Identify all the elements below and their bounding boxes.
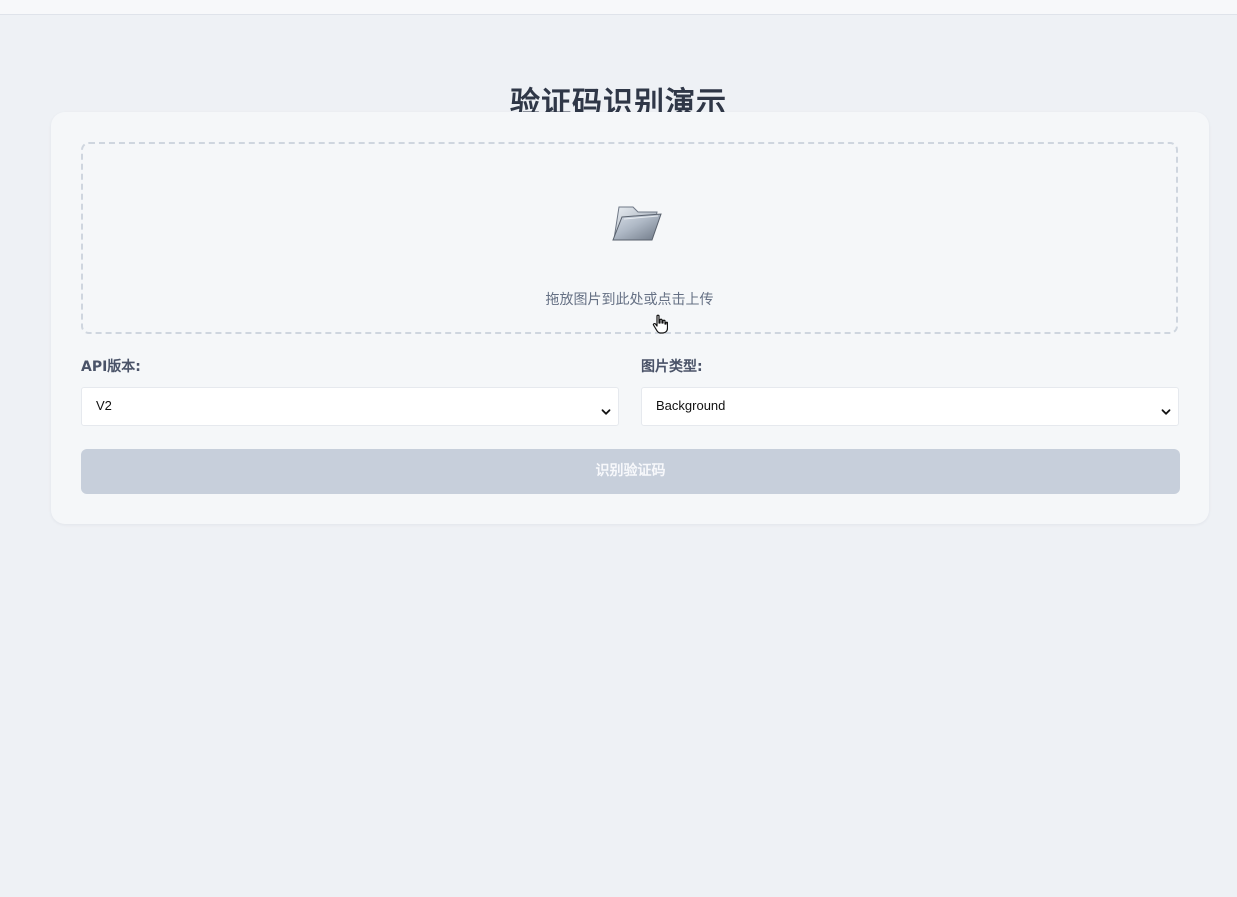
chevron-down-icon <box>601 402 611 415</box>
image-type-label: 图片类型: <box>641 359 703 375</box>
upload-hint-text: 拖放图片到此处或点击上传 <box>545 292 714 308</box>
api-version-label: API版本: <box>81 359 141 375</box>
image-upload-dropzone[interactable]: 拖放图片到此处或点击上传 <box>81 142 1178 334</box>
folder-icon <box>609 200 663 244</box>
api-version-field: API版本: V2 <box>81 358 619 426</box>
captcha-recognition-card: 拖放图片到此处或点击上传 API版本: V2 图片类型: Background … <box>51 112 1209 524</box>
api-version-select[interactable]: V2 <box>81 387 619 426</box>
chevron-down-icon <box>1161 402 1171 415</box>
pointer-cursor-icon <box>652 314 669 334</box>
recognize-captcha-button[interactable]: 识别验证码 <box>81 449 1180 494</box>
image-type-field: 图片类型: Background <box>641 358 1179 426</box>
api-version-selected-value: V2 <box>96 398 112 413</box>
image-type-select[interactable]: Background <box>641 387 1179 426</box>
browser-top-strip <box>0 0 1237 15</box>
image-type-selected-value: Background <box>656 398 726 413</box>
